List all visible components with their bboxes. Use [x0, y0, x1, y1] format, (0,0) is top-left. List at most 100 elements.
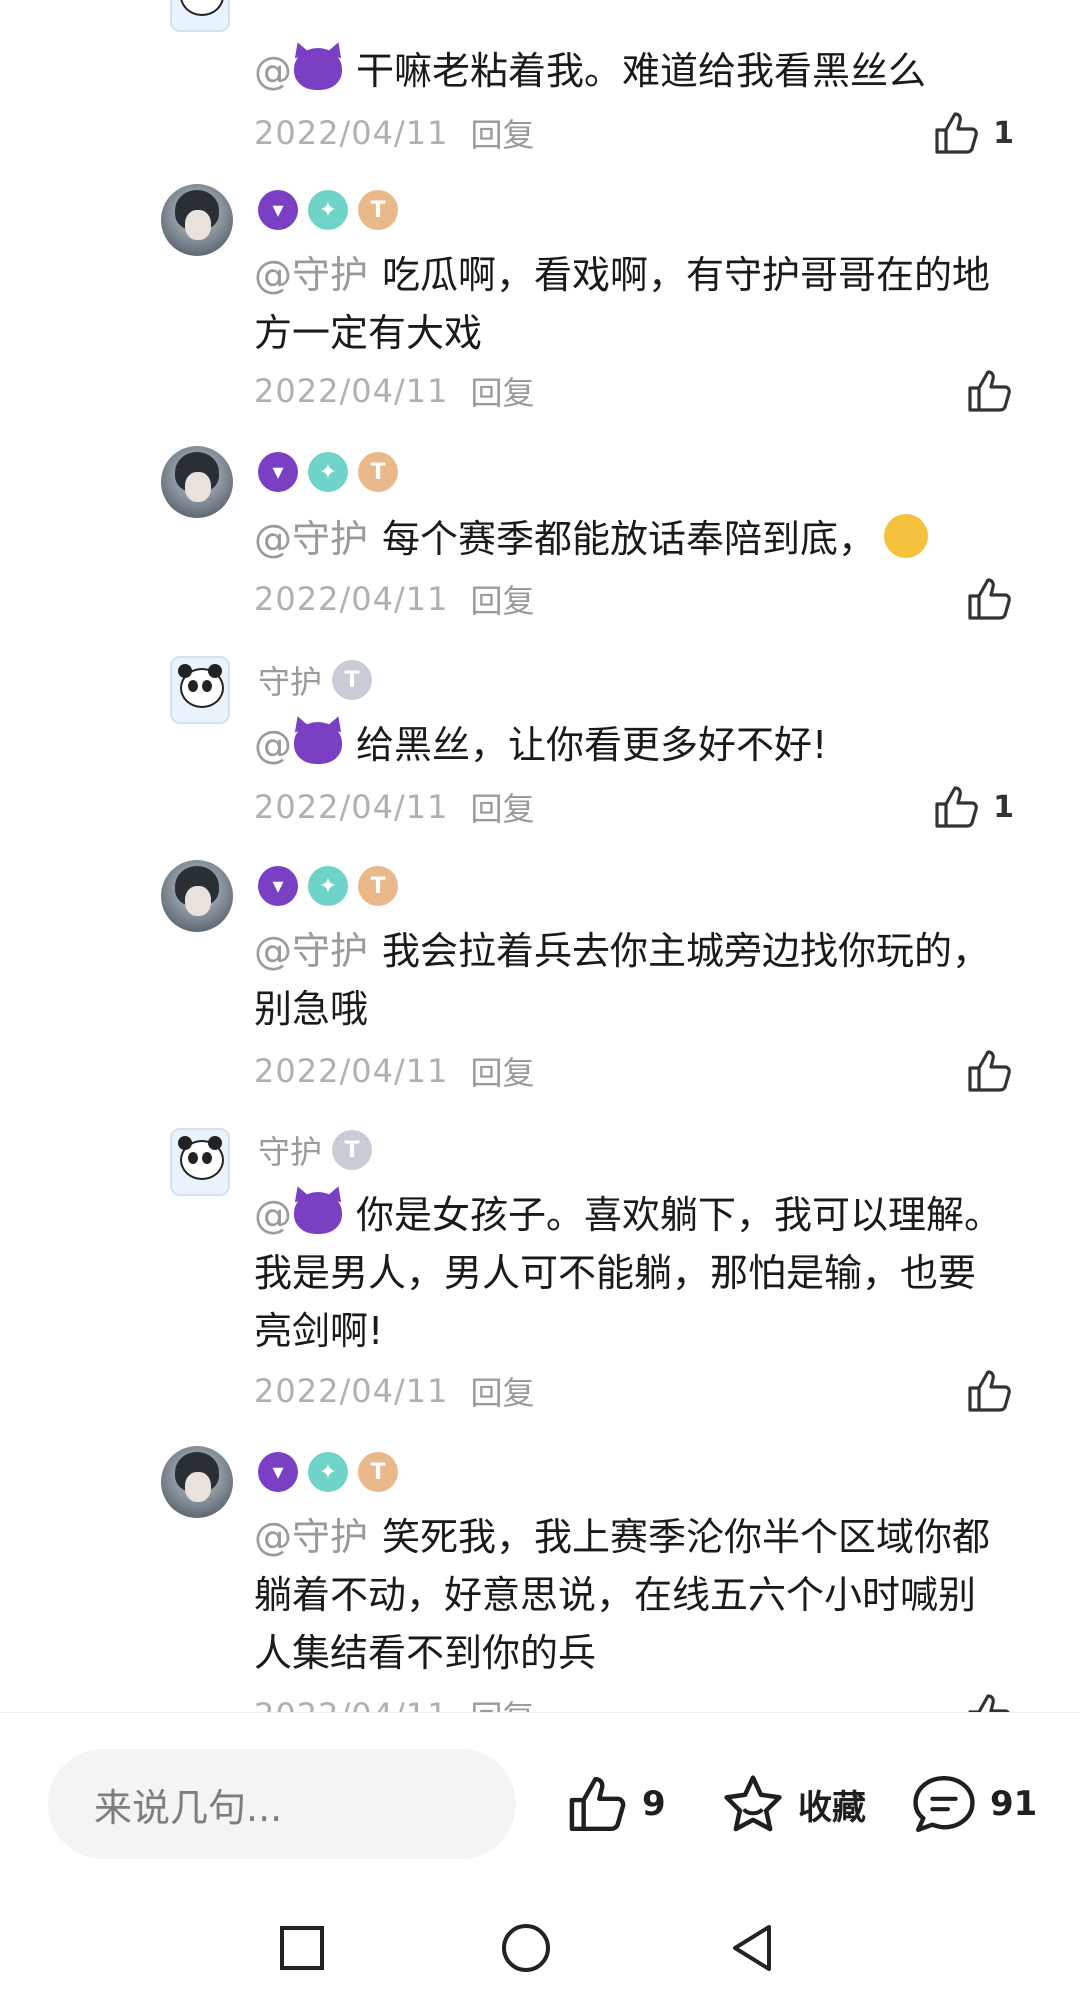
like-button[interactable] [966, 366, 1014, 416]
reply-date: 2022/04/11 [254, 580, 449, 618]
username[interactable]: 守护 [258, 1127, 322, 1173]
reply-footer: 2022/04/11 回复 [254, 1046, 1014, 1096]
reply-text: @守护 我会拉着兵去你主城旁边找你玩的，别急哦 [254, 922, 1004, 1038]
like-post-button[interactable]: 9 [566, 1749, 666, 1859]
like-count: 1 [993, 789, 1014, 825]
reply-text: @守护 笑死我，我上赛季沦你半个区域你都躺着不动，好意思说，在线五六个小时喊别人集… [254, 1508, 1004, 1682]
reply-meta: ▾ ✦ T [258, 188, 398, 232]
mention-prefix: @ [254, 1193, 292, 1237]
mention[interactable]: @ [254, 1192, 342, 1237]
recent-apps-square-icon[interactable] [272, 1918, 332, 1978]
reply-footer: 2022/04/11 回复 [254, 1366, 1014, 1416]
reply-button[interactable]: 回复 [470, 1692, 534, 1712]
mention[interactable]: @守护 [254, 517, 368, 561]
thumbs-up-icon [968, 578, 1011, 620]
devil-badge-icon: ▾ [258, 1452, 298, 1492]
star-icon [724, 1775, 782, 1832]
like-button[interactable] [966, 1366, 1014, 1416]
panda-ear-icon [178, 664, 192, 678]
avatar[interactable] [161, 446, 233, 518]
reply-footer: 2022/04/11 回复 1 [254, 108, 1014, 158]
mention[interactable]: @守护 [254, 929, 368, 973]
reply-button[interactable]: 回复 [470, 110, 534, 156]
panda-eye-icon [202, 1152, 212, 1164]
reply-meta: ▾ ✦ T [258, 1450, 398, 1494]
panda-ear-icon [208, 1136, 222, 1150]
level-badge-icon: ✦ [308, 452, 348, 492]
reply-text: @ 干嘛老粘着我。难道给我看黑丝么 [254, 42, 1004, 100]
like-button[interactable]: 1 [933, 782, 1014, 832]
reply-text: @ 你是女孩子。喜欢躺下，我可以理解。我是男人，男人可不能躺，那怕是输，也要亮剑啊… [254, 1186, 1004, 1360]
mention[interactable]: @守护 [254, 1515, 368, 1559]
reply-date: 2022/04/11 [254, 114, 449, 152]
thumbs-up-icon [968, 1370, 1011, 1412]
thumbs-up-icon [968, 1694, 1010, 1712]
reply-text: @守护 每个赛季都能放话奉陪到底， [254, 510, 1004, 568]
reply-button[interactable]: 回复 [470, 576, 534, 622]
reply-footer: 2022/04/11 回复 [254, 574, 1014, 624]
back-triangle-icon[interactable] [722, 1918, 782, 1978]
devil-badge-icon: ▾ [258, 866, 298, 906]
t3-badge-icon: T [332, 1130, 373, 1170]
like-button[interactable]: 1 [933, 108, 1014, 158]
reply-body: 给黑丝，让你看更多好不好! [356, 723, 828, 767]
avatar[interactable] [170, 656, 230, 724]
bottom-action-bar: 来说几句... 9 收藏 91 [0, 1712, 1080, 1893]
reply-button[interactable]: 回复 [470, 1048, 534, 1094]
level-badge-icon: ✦ [308, 866, 348, 906]
reply-meta: 守护 T [258, 657, 373, 703]
chat-bubble-icon [913, 1775, 975, 1833]
reply-button[interactable]: 回复 [470, 1368, 534, 1414]
reply-footer: 2022/04/11 回复 [254, 1690, 1014, 1712]
like-button[interactable] [966, 1046, 1014, 1096]
reply-body: 干嘛老粘着我。难道给我看黑丝么 [356, 49, 927, 93]
like-button[interactable] [966, 574, 1014, 624]
comment-input[interactable]: 来说几句... [48, 1749, 516, 1859]
panda-eye-icon [188, 680, 198, 692]
avatar[interactable] [170, 1128, 230, 1196]
panda-ear-icon [178, 1136, 192, 1150]
level-badge-icon: ✦ [308, 1452, 348, 1492]
reply-button[interactable]: 回复 [470, 784, 534, 830]
mention[interactable]: @ [254, 48, 342, 93]
t3-badge-icon: T [332, 660, 373, 700]
panda-eye-icon [202, 680, 212, 692]
thumbs-up-icon [935, 112, 978, 154]
reply-date: 2022/04/11 [254, 372, 449, 410]
t5-badge-icon: T [358, 190, 398, 230]
reply-body: 每个赛季都能放话奉陪到底， [382, 517, 877, 561]
panda-eye-icon [188, 1152, 198, 1164]
avatar[interactable] [161, 860, 233, 932]
mention[interactable]: @守护 [254, 253, 368, 297]
devil-emoji-icon [294, 1192, 342, 1234]
like-count: 1 [993, 115, 1014, 151]
reply-footer: 2022/04/11 回复 1 [254, 782, 1014, 832]
devil-emoji-icon [294, 48, 342, 90]
mention[interactable]: @ [254, 722, 342, 767]
avatar[interactable] [170, 0, 230, 32]
like-button[interactable] [966, 1690, 1014, 1712]
reply-feed[interactable]: @ 干嘛老粘着我。难道给我看黑丝么 2022/04/11 回复 1 ▾ ✦ T @… [0, 0, 1080, 1712]
thumbs-up-icon [935, 786, 978, 828]
thumbs-up-icon [968, 370, 1011, 412]
covering-mouth-emoji-icon [884, 514, 929, 558]
comment-count-button[interactable]: 91 [910, 1749, 1037, 1859]
reply-date: 2022/04/11 [254, 1372, 449, 1410]
username[interactable]: 守护 [258, 657, 322, 703]
thumbs-up-icon [968, 1050, 1011, 1092]
system-navigation-bar [0, 1892, 1080, 2003]
thumbs-up-icon [569, 1777, 626, 1831]
reply-meta: ▾ ✦ T [258, 864, 398, 908]
avatar[interactable] [161, 1446, 233, 1518]
t5-badge-icon: T [358, 866, 398, 906]
reply-text: @ 给黑丝，让你看更多好不好! [254, 716, 1004, 774]
home-circle-icon[interactable] [496, 1918, 556, 1978]
avatar[interactable] [161, 184, 233, 256]
favorite-button[interactable]: 收藏 [720, 1749, 866, 1859]
reply-meta: 守护 T [258, 1127, 373, 1173]
reply-button[interactable]: 回复 [470, 368, 534, 414]
mention-prefix: @ [254, 49, 292, 93]
reply-footer: 2022/04/11 回复 [254, 366, 1014, 416]
mention-prefix: @ [254, 723, 292, 767]
favorite-label: 收藏 [798, 1787, 866, 1828]
